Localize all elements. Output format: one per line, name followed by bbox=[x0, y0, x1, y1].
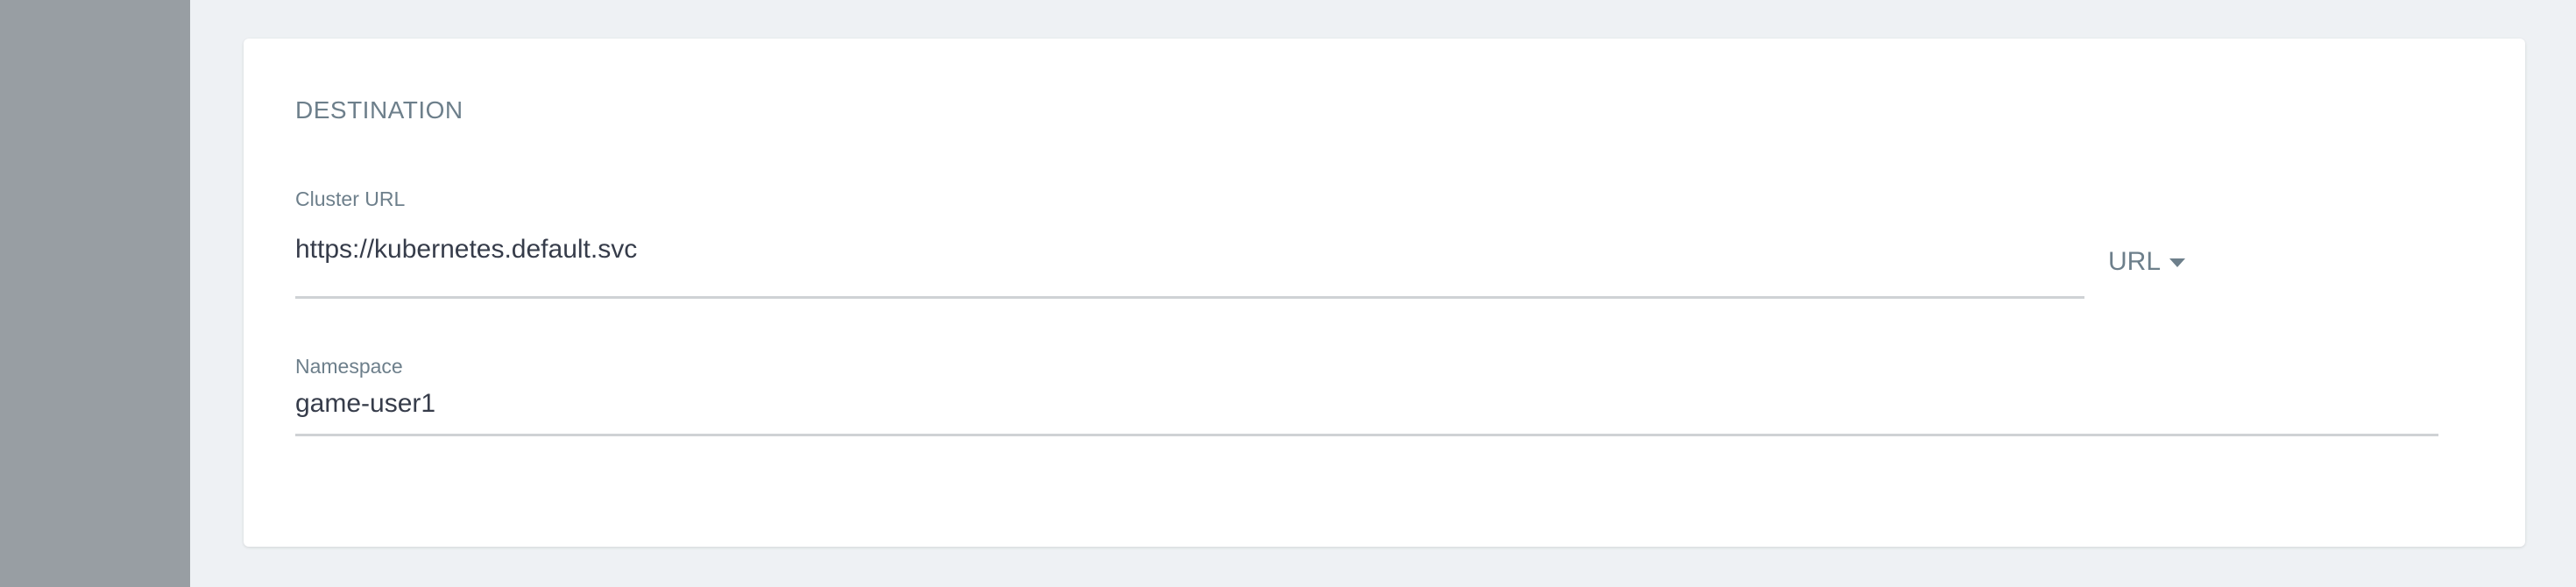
cluster-url-mode-label: URL bbox=[2108, 247, 2162, 276]
cluster-url-input[interactable]: https://kubernetes.default.svc bbox=[295, 235, 637, 265]
cluster-url-mode-dropdown[interactable]: URL bbox=[2108, 247, 2186, 277]
namespace-label: Namespace bbox=[295, 355, 403, 378]
sidebar bbox=[0, 0, 190, 587]
cluster-url-label: Cluster URL bbox=[295, 187, 406, 210]
destination-card: DESTINATION Cluster URL https://kubernet… bbox=[244, 39, 2525, 547]
namespace-underline bbox=[295, 434, 2438, 436]
namespace-input[interactable]: game-user1 bbox=[295, 389, 435, 419]
caret-down-icon bbox=[2169, 258, 2186, 267]
cluster-url-underline bbox=[295, 296, 2084, 299]
section-title: DESTINATION bbox=[295, 96, 464, 124]
